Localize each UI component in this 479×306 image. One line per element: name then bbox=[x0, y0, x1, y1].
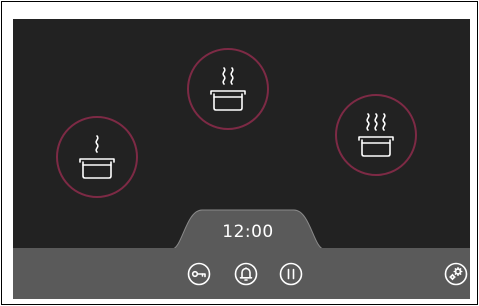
cooking-zone-3[interactable] bbox=[335, 94, 417, 176]
pause-button[interactable] bbox=[279, 262, 303, 286]
pause-icon bbox=[279, 262, 303, 286]
device-frame: 12:00 bbox=[1, 1, 478, 305]
alarm-button[interactable] bbox=[234, 262, 258, 286]
timer-display[interactable]: 12:00 bbox=[172, 222, 324, 242]
cooking-zone-1[interactable] bbox=[56, 116, 138, 198]
cooktop-surface: 12:00 bbox=[13, 19, 470, 249]
timer-tab: 12:00 bbox=[172, 208, 324, 249]
pot-steam-icon bbox=[210, 67, 246, 111]
cooktop-display: 12:00 bbox=[13, 19, 470, 299]
gears-icon bbox=[444, 262, 468, 286]
bell-icon bbox=[234, 262, 258, 286]
key-lock-icon bbox=[187, 262, 211, 286]
pot-steam-icon bbox=[358, 113, 394, 157]
control-bar bbox=[13, 248, 470, 299]
settings-button[interactable] bbox=[444, 262, 468, 286]
lock-button[interactable] bbox=[187, 262, 211, 286]
pot-steam-icon bbox=[79, 135, 115, 179]
cooking-zone-2[interactable] bbox=[187, 48, 269, 130]
